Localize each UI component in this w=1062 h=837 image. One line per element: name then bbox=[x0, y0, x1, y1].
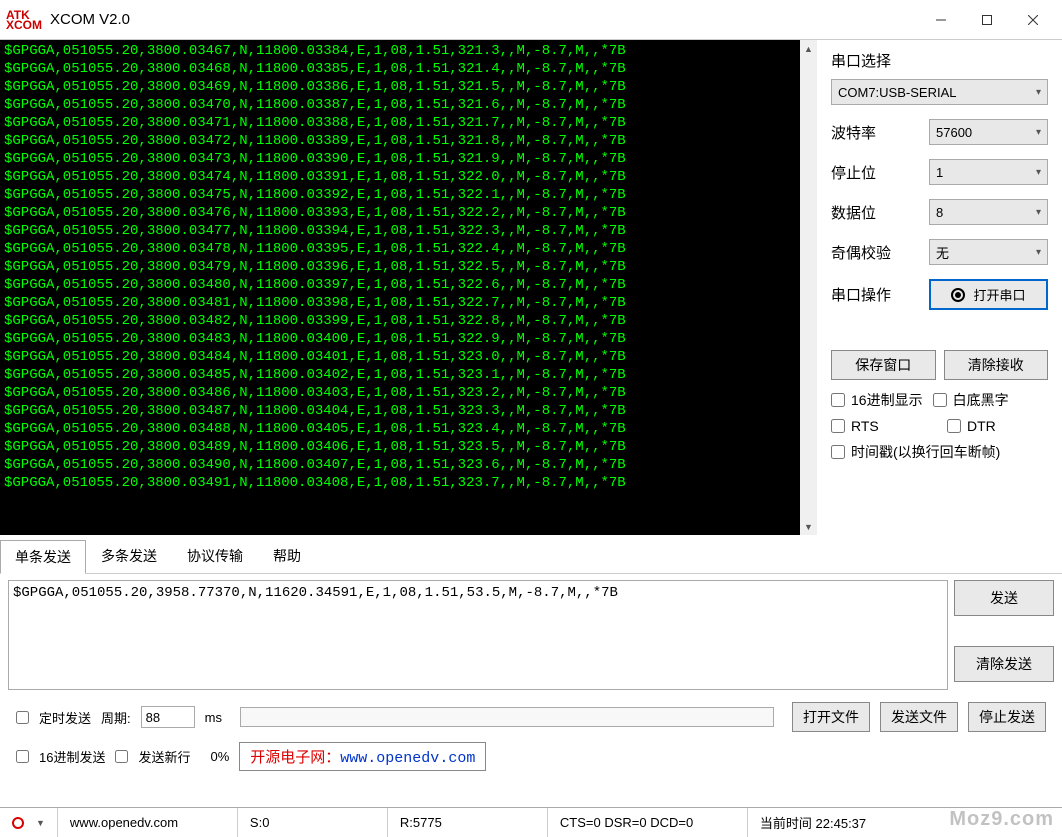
file-path-field[interactable] bbox=[240, 707, 774, 727]
scroll-down-icon[interactable]: ▼ bbox=[800, 518, 817, 535]
titlebar: ATKXCOM XCOM V2.0 bbox=[0, 0, 1062, 40]
send-button[interactable]: 发送 bbox=[954, 580, 1054, 616]
tab-help[interactable]: 帮助 bbox=[258, 539, 316, 573]
receive-terminal[interactable]: $GPGGA,051055.20,3800.03467,N,11800.0338… bbox=[0, 40, 800, 535]
open-port-button[interactable]: 打开串口 bbox=[929, 279, 1048, 310]
chevron-down-icon: ▾ bbox=[1036, 247, 1041, 258]
stop-send-button[interactable]: 停止发送 bbox=[968, 702, 1046, 732]
clear-send-button[interactable]: 清除发送 bbox=[954, 646, 1054, 682]
timestamp-checkbox[interactable] bbox=[831, 445, 845, 459]
status-url[interactable]: www.openedv.com bbox=[58, 808, 238, 837]
databits-select[interactable]: 8▾ bbox=[929, 199, 1048, 225]
send-newline-label: 发送新行 bbox=[138, 747, 190, 766]
record-icon bbox=[951, 288, 965, 302]
port-select[interactable]: COM7:USB-SERIAL▾ bbox=[831, 79, 1048, 105]
period-unit: ms bbox=[205, 710, 222, 725]
app-logo: ATKXCOM bbox=[6, 10, 42, 30]
parity-label: 奇偶校验 bbox=[831, 242, 921, 263]
scroll-up-icon[interactable]: ▲ bbox=[800, 40, 817, 57]
status-signals: CTS=0 DSR=0 DCD=0 bbox=[548, 808, 748, 837]
timed-send-label: 定时发送 bbox=[39, 708, 91, 727]
period-label: 周期: bbox=[101, 708, 131, 727]
website-link[interactable]: 开源电子网：www.openedv.com bbox=[239, 742, 486, 771]
minimize-button[interactable] bbox=[918, 5, 964, 35]
tab-single-send[interactable]: 单条发送 bbox=[0, 540, 86, 574]
watermark: Moz9.com bbox=[949, 808, 1054, 831]
rts-checkbox[interactable] bbox=[831, 419, 845, 433]
save-window-button[interactable]: 保存窗口 bbox=[831, 350, 936, 380]
period-input[interactable] bbox=[141, 706, 195, 728]
settings-sidebar: 串口选择 COM7:USB-SERIAL▾ 波特率 57600▾ 停止位 1▾ … bbox=[817, 40, 1062, 535]
send-textarea[interactable] bbox=[8, 580, 948, 690]
statusbar: ▼ www.openedv.com S:0 R:5775 CTS=0 DSR=0… bbox=[0, 807, 1062, 837]
databits-label: 数据位 bbox=[831, 202, 921, 223]
dtr-checkbox[interactable] bbox=[947, 419, 961, 433]
maximize-button[interactable] bbox=[964, 5, 1010, 35]
terminal-scrollbar[interactable]: ▲ ▼ bbox=[800, 40, 817, 535]
close-button[interactable] bbox=[1010, 5, 1056, 35]
status-received: R:5775 bbox=[388, 808, 548, 837]
stopbits-select[interactable]: 1▾ bbox=[929, 159, 1048, 185]
tab-protocol[interactable]: 协议传输 bbox=[172, 539, 258, 573]
white-bg-checkbox[interactable] bbox=[933, 393, 947, 407]
open-file-button[interactable]: 打开文件 bbox=[792, 702, 870, 732]
chevron-down-icon: ▾ bbox=[1036, 167, 1041, 178]
record-icon bbox=[12, 817, 24, 829]
window-title: XCOM V2.0 bbox=[50, 11, 918, 28]
tab-multi-send[interactable]: 多条发送 bbox=[86, 539, 172, 573]
send-newline-checkbox[interactable] bbox=[115, 750, 128, 763]
send-tabs: 单条发送 多条发送 协议传输 帮助 bbox=[0, 535, 1062, 574]
stopbits-label: 停止位 bbox=[831, 162, 921, 183]
hex-send-label: 16进制发送 bbox=[39, 747, 105, 766]
status-sent: S:0 bbox=[238, 808, 388, 837]
progress-percent: 0% bbox=[210, 749, 229, 764]
chevron-down-icon: ▾ bbox=[1036, 127, 1041, 138]
clear-receive-button[interactable]: 清除接收 bbox=[944, 350, 1049, 380]
dropdown-icon: ▼ bbox=[36, 818, 45, 828]
parity-select[interactable]: 无▾ bbox=[929, 239, 1048, 265]
baud-select[interactable]: 57600▾ bbox=[929, 119, 1048, 145]
chevron-down-icon: ▾ bbox=[1036, 87, 1041, 98]
status-record[interactable]: ▼ bbox=[0, 808, 58, 837]
port-select-label: 串口选择 bbox=[831, 50, 1048, 71]
baud-label: 波特率 bbox=[831, 122, 921, 143]
port-operation-label: 串口操作 bbox=[831, 284, 921, 305]
timed-send-checkbox[interactable] bbox=[16, 711, 29, 724]
chevron-down-icon: ▾ bbox=[1036, 207, 1041, 218]
hex-display-checkbox[interactable] bbox=[831, 393, 845, 407]
send-file-button[interactable]: 发送文件 bbox=[880, 702, 958, 732]
hex-send-checkbox[interactable] bbox=[16, 750, 29, 763]
